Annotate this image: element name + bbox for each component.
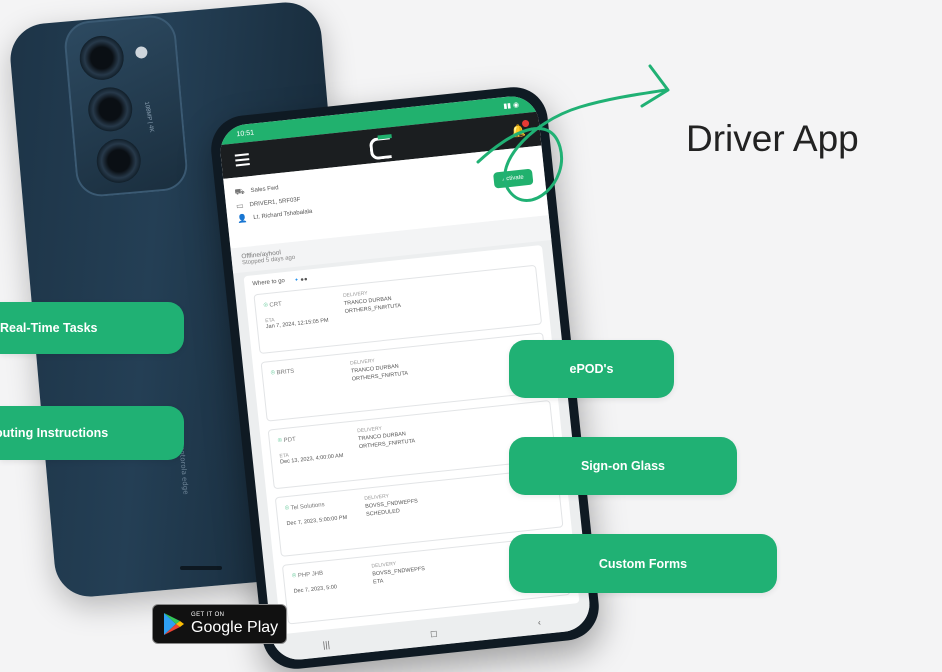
stop-location: ⌾ CRT [263,301,283,310]
stop-eta: Dec 7, 2023, 5:00:00 PM [286,514,348,528]
home-button[interactable]: ◻ [430,628,439,640]
stop-details: DELIVERY BOVSS_FNDWEPFS SCHEDULED [364,493,419,518]
stop-location: ⌾ Tel Solutions [284,502,325,513]
feature-epods: ePOD's [509,340,674,398]
app-logo [368,134,392,156]
map-pin-icon: ⌾ [263,301,269,310]
stop-details: DELIVERY BOVSS_FNDWEPFS ETA [371,560,426,586]
stop-eta: ETA Dec 13, 2023, 4:00:00 AM [279,452,344,466]
truck-icon: ⛟ [234,186,246,197]
usb-port [180,566,222,570]
stop-location: ⌾ BRITS [270,368,295,377]
back-button[interactable]: ‹ [537,617,541,627]
badge-big-text: Google Play [191,619,279,636]
badge-small-text: GET IT ON [191,612,225,618]
stops-header-icons: 🔹●● [292,276,308,285]
feature-routing-instructions: Routing Instructions [0,406,184,460]
id-icon: ▭ [235,200,245,211]
stop-details: DELIVERY TRANCO DURBAN ORTHERS_FNIRTUTA [356,425,416,451]
recent-apps-button[interactable]: ||| [322,639,330,650]
status-time: 10:51 [236,128,255,138]
camera-module: 108MP | 4K [62,13,190,199]
stop-location: ⌾ PDT [277,436,297,445]
flash-icon [134,45,148,59]
stop-details: DELIVERY TRANCO DURBAN ORTHERS_FNIRTUTA [342,290,402,315]
camera-lens-icon [86,85,135,134]
feature-real-time-tasks: Real-Time Tasks [0,302,184,354]
stop-eta: ETA Jan 7, 2024, 12:15:05 PM [264,317,329,331]
google-play-icon [164,613,184,635]
camera-lens-icon [94,137,143,185]
google-play-badge[interactable]: GET IT ON Google Play [152,604,287,644]
menu-icon[interactable] [234,150,250,169]
camera-text: 108MP | 4K [142,101,155,133]
stop-eta: Dec 7, 2023, 5:00 [293,584,338,595]
camera-lens-icon [77,34,126,82]
stop-location: ⌾ PHP JHB [291,570,324,580]
feature-custom-forms: Custom Forms [509,534,777,593]
curly-arrow-icon [476,64,670,202]
page-title: Driver App [686,118,859,159]
map-pin-icon: ⌾ [291,572,297,580]
stop-details: DELIVERY TRANCO DURBAN ORTHERS_FNIRTUTA [349,358,409,383]
map-pin-icon: ⌾ [284,504,290,513]
map-pin-icon: ⌾ [277,437,283,445]
map-pin-icon: ⌾ [270,369,276,377]
person-icon: 👤 [237,213,248,224]
feature-sign-on-glass: Sign-on Glass [509,437,737,495]
